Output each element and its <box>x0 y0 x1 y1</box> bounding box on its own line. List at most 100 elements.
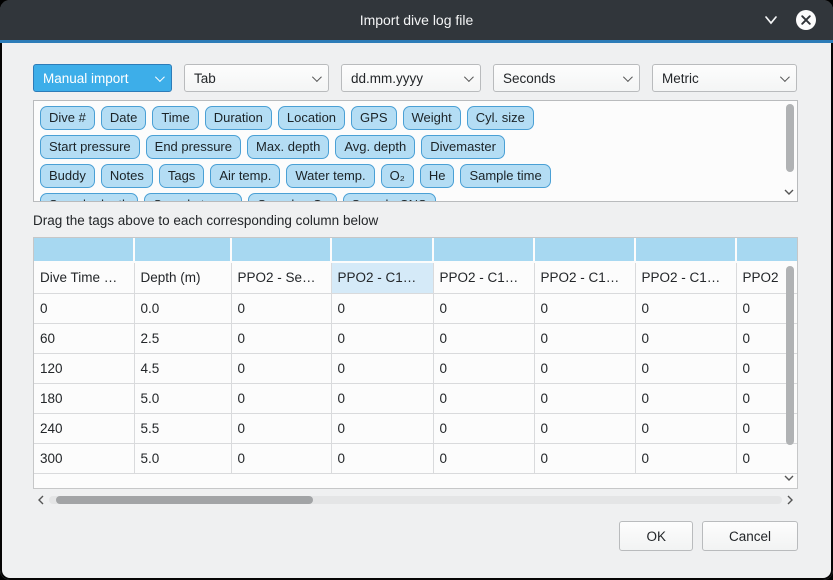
table-cell: 0 <box>534 443 635 473</box>
column-header[interactable]: PPO2 - C1… <box>635 262 736 293</box>
tag-chip[interactable]: Cyl. size <box>467 106 534 130</box>
table-cell: 0 <box>534 323 635 353</box>
table-cell: 0 <box>433 413 534 443</box>
table-cell: 0 <box>433 443 534 473</box>
table-row: 1204.5000000 <box>34 353 798 383</box>
table-cell: 240 <box>34 413 134 443</box>
tag-chip[interactable]: Buddy <box>40 164 95 188</box>
table-cell: 0 <box>231 353 331 383</box>
tag-chip[interactable]: Avg. depth <box>335 135 415 159</box>
drop-target-cell[interactable] <box>134 238 231 262</box>
hscroll-thumb[interactable] <box>56 496 313 504</box>
table-cell: 0 <box>635 353 736 383</box>
field-separator-combo[interactable]: Tab <box>184 64 329 92</box>
tag-chip[interactable]: Dive # <box>40 106 95 130</box>
tag-chip[interactable]: Notes <box>101 164 153 188</box>
ok-button[interactable]: OK <box>619 521 693 551</box>
table-cell: 180 <box>34 383 134 413</box>
column-header-row: Dive Time …Depth (m)PPO2 - Se…PPO2 - C1…… <box>34 262 798 293</box>
scroll-right-icon[interactable] <box>784 494 796 506</box>
tag-chip[interactable]: GPS <box>351 106 396 130</box>
table-cell: 5.0 <box>134 383 231 413</box>
tag-chip[interactable]: Max. depth <box>247 135 329 159</box>
tags-scrollbar[interactable] <box>783 104 795 198</box>
column-header[interactable]: PPO2 - C1… <box>433 262 534 293</box>
table-scroll-down-icon[interactable] <box>783 474 795 484</box>
table-hscrollbar[interactable] <box>33 492 798 508</box>
table-cell: 0 <box>635 323 736 353</box>
table-cell: 2.5 <box>134 323 231 353</box>
tag-chip[interactable]: Duration <box>205 106 272 130</box>
options-row: Manual import Tab dd.mm.yyyy Seconds Met… <box>33 64 798 92</box>
table-cell: 5.5 <box>134 413 231 443</box>
chevron-down-icon <box>155 72 165 82</box>
table-cell: 0 <box>231 413 331 443</box>
column-header[interactable]: Dive Time … <box>34 262 134 293</box>
instruction-text: Drag the tags above to each correspondin… <box>33 213 798 228</box>
titlebar[interactable]: Import dive log file <box>0 0 833 40</box>
tag-chip[interactable]: Start pressure <box>40 135 140 159</box>
tag-chip[interactable]: End pressure <box>146 135 241 159</box>
duration-format-combo[interactable]: Seconds <box>493 64 640 92</box>
tags-scroll-down-icon[interactable] <box>783 188 795 198</box>
tag-chip[interactable]: Sample depth <box>40 193 138 202</box>
close-icon[interactable] <box>795 9 817 31</box>
tag-chip[interactable]: Sample temp. <box>144 193 242 202</box>
tag-chip[interactable]: Divemaster <box>421 135 505 159</box>
column-header[interactable]: PPO2 - Se… <box>231 262 331 293</box>
cancel-button[interactable]: Cancel <box>702 521 798 551</box>
tag-row: Sample depth Sample temp. Sample pO₂ Sample… <box>40 193 777 202</box>
table-scrollbar[interactable] <box>783 266 795 484</box>
drop-target-cell[interactable] <box>331 238 433 262</box>
date-format-combo[interactable]: dd.mm.yyyy <box>341 64 481 92</box>
column-header[interactable]: PPO2 - C1… <box>331 262 433 293</box>
tag-chip[interactable]: He <box>420 164 455 188</box>
table-row: 602.5000000 <box>34 323 798 353</box>
table-cell: 4.5 <box>134 353 231 383</box>
tag-chip[interactable]: Water temp. <box>286 164 374 188</box>
shade-chevron-icon[interactable] <box>763 14 779 26</box>
table-cell: 0 <box>231 383 331 413</box>
chevron-down-icon <box>312 72 322 82</box>
tag-chip[interactable]: O₂ <box>381 164 414 188</box>
table-cell: 0 <box>534 413 635 443</box>
drop-target-cell[interactable] <box>34 238 134 262</box>
tag-row: BuddyNotesTagsAir temp.Water temp. O₂HeSa… <box>40 164 777 188</box>
scroll-left-icon[interactable] <box>35 494 47 506</box>
tag-chip[interactable]: Air temp. <box>210 164 280 188</box>
tag-chip[interactable]: Sample CNS <box>343 193 436 202</box>
table-cell: 300 <box>34 443 134 473</box>
chevron-down-icon <box>464 72 474 82</box>
table-cell: 0 <box>34 293 134 323</box>
table-body: 00.0000000602.50000001204.50000001805.00… <box>34 293 798 473</box>
drop-target-cell[interactable] <box>433 238 534 262</box>
tag-chip[interactable]: Location <box>278 106 345 130</box>
tag-chip[interactable]: Sample time <box>460 164 550 188</box>
field-separator-value: Tab <box>194 71 216 86</box>
table-cell: 0 <box>231 443 331 473</box>
tag-chip[interactable]: Tags <box>159 164 204 188</box>
tag-chip[interactable]: Weight <box>403 106 461 130</box>
tag-row: Dive #DateTime DurationLocationGPS WeightC… <box>40 106 777 130</box>
table-scrollbar-thumb[interactable] <box>786 266 794 445</box>
tags-scrollbar-thumb[interactable] <box>786 104 794 172</box>
table-row: 1805.0000000 <box>34 383 798 413</box>
chevron-down-icon <box>623 72 633 82</box>
drop-target-cell[interactable] <box>231 238 331 262</box>
window-title: Import dive log file <box>360 12 474 28</box>
tag-chip[interactable]: Sample pO₂ <box>248 193 336 202</box>
drop-target-cell[interactable] <box>534 238 635 262</box>
table-cell: 0 <box>433 353 534 383</box>
tag-chip[interactable]: Date <box>101 106 146 130</box>
table-cell: 0 <box>433 293 534 323</box>
hscroll-track[interactable] <box>49 496 782 504</box>
import-mode-combo[interactable]: Manual import <box>33 64 172 92</box>
column-header[interactable]: Depth (m) <box>134 262 231 293</box>
table-cell: 120 <box>34 353 134 383</box>
tag-chip[interactable]: Time <box>152 106 198 130</box>
column-header[interactable]: PPO2 - C1… <box>534 262 635 293</box>
drop-target-cell[interactable] <box>635 238 736 262</box>
units-combo[interactable]: Metric <box>652 64 797 92</box>
drop-target-cell[interactable] <box>736 238 798 262</box>
table-cell: 0 <box>534 353 635 383</box>
